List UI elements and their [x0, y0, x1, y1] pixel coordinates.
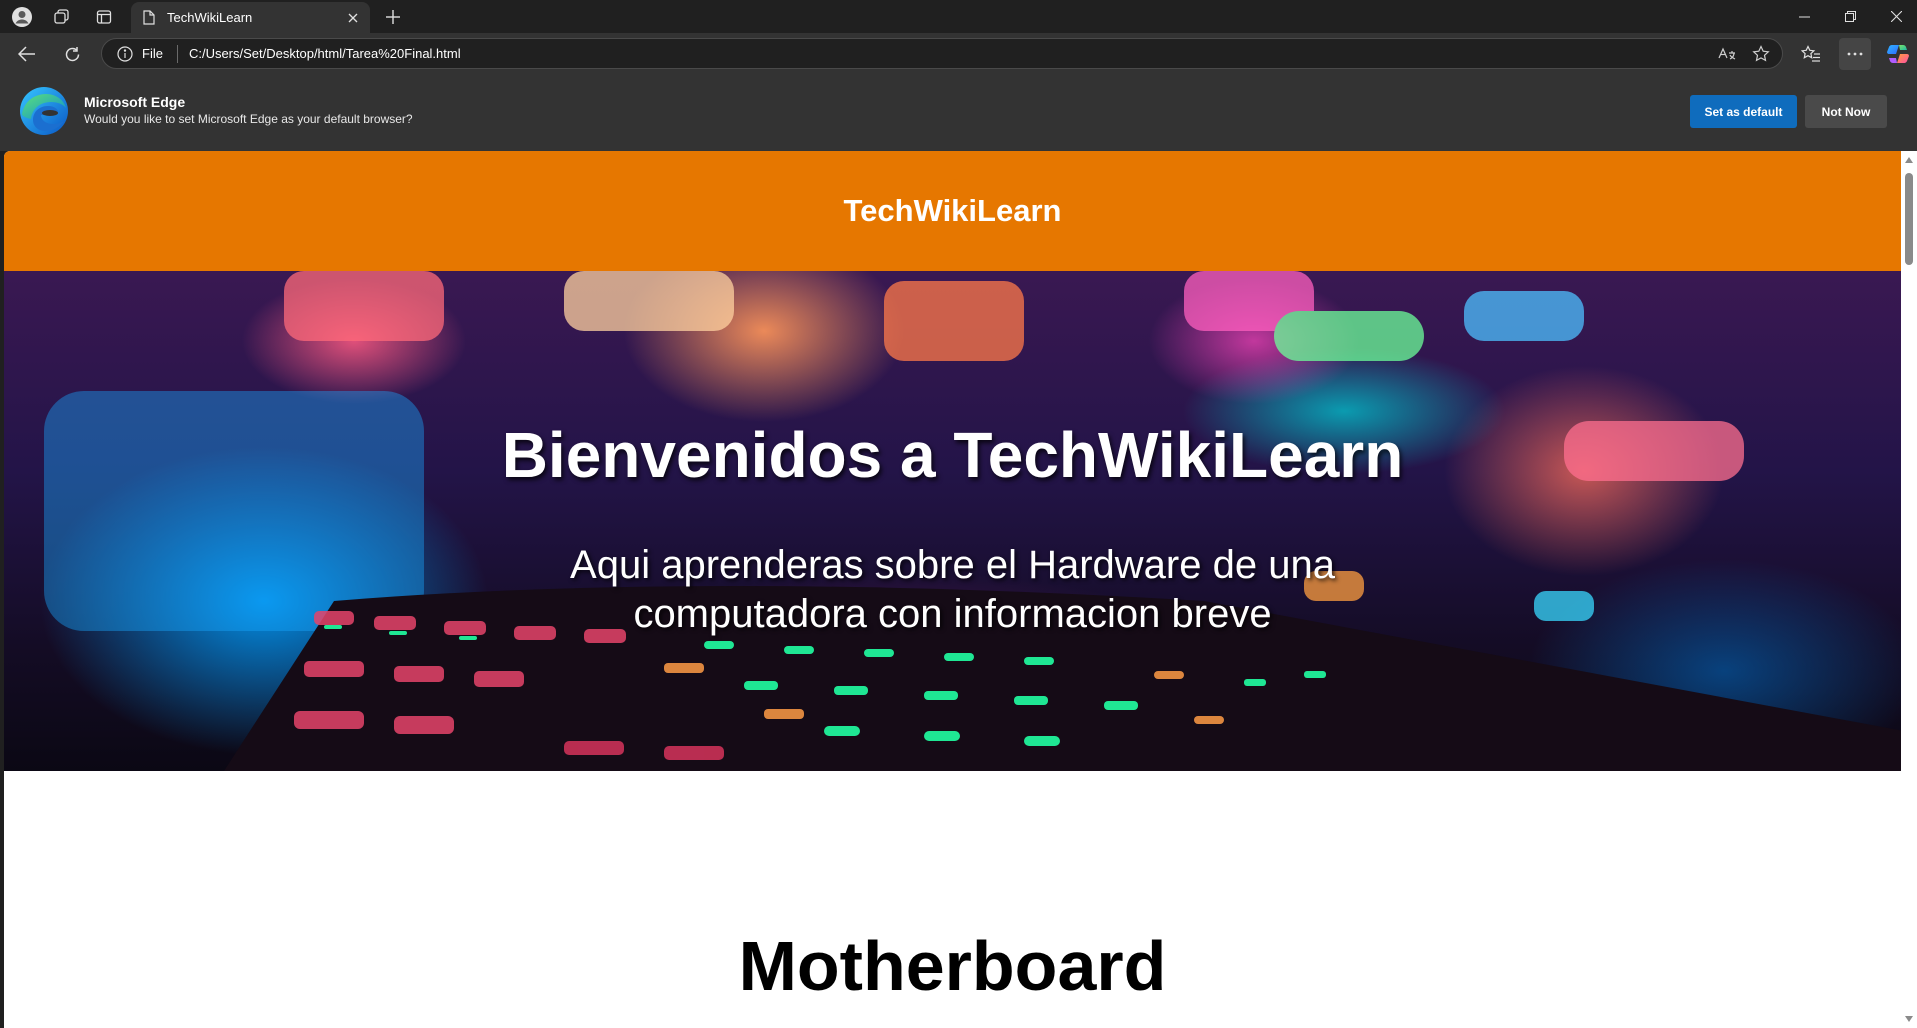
favorites-icon	[1801, 45, 1820, 62]
restore-icon	[1844, 11, 1856, 22]
hero-title: Bienvenidos a TechWikiLearn	[501, 419, 1404, 491]
hero-subtitle-line-2: computadora con informacion breve	[633, 592, 1272, 636]
section-title-motherboard: Motherboard	[738, 927, 1167, 1005]
plus-icon	[386, 10, 400, 24]
page-viewport: TechWikiLearn Bienvenidos a TechWikiLear…	[4, 151, 1901, 1028]
page-scrollbar[interactable]	[1901, 151, 1917, 1028]
scrollbar-thumb[interactable]	[1905, 173, 1913, 265]
star-icon[interactable]	[1748, 41, 1774, 67]
hero-banner: Bienvenidos a TechWikiLearn Aqui aprende…	[4, 271, 1901, 771]
minimize-icon	[1798, 16, 1810, 17]
hero-subtitle: Aqui aprenderas sobre el Hardware de una…	[4, 541, 1901, 639]
set-as-default-button[interactable]: Set as default	[1690, 95, 1797, 128]
address-bar[interactable]: File C:/Users/Set/Desktop/html/Tarea%20F…	[101, 38, 1783, 69]
close-window-button[interactable]	[1873, 0, 1917, 33]
close-icon	[1890, 11, 1902, 22]
tab-title: TechWikiLearn	[167, 10, 253, 25]
omnibox-divider	[176, 44, 178, 63]
copilot-button[interactable]	[1882, 38, 1914, 70]
url-scheme: File	[142, 46, 163, 61]
minimize-button[interactable]	[1781, 0, 1827, 33]
tab-strip: TechWikiLearn	[0, 0, 1917, 33]
browser-toolbar: File C:/Users/Set/Desktop/html/Tarea%20F…	[0, 33, 1917, 74]
page-icon	[141, 10, 157, 26]
url-text[interactable]: C:/Users/Set/Desktop/html/Tarea%20Final.…	[189, 46, 1714, 61]
workspaces-icon[interactable]	[48, 3, 76, 31]
site-title: TechWikiLearn	[843, 193, 1062, 228]
infobar-title: Microsoft Edge	[84, 94, 186, 110]
profile-icon[interactable]	[8, 3, 36, 31]
not-now-button[interactable]: Not Now	[1805, 95, 1887, 128]
read-aloud-icon[interactable]	[1714, 41, 1740, 67]
info-icon[interactable]	[116, 45, 134, 63]
copilot-icon	[1887, 45, 1909, 63]
scroll-up-arrow-icon[interactable]	[1905, 157, 1913, 163]
infobar-message: Would you like to set Microsoft Edge as …	[84, 112, 413, 126]
vertical-tabs-icon[interactable]	[90, 3, 118, 31]
close-tab-icon[interactable]	[342, 7, 364, 29]
hero-subtitle-line-1: Aqui aprenderas sobre el Hardware de una	[570, 543, 1335, 587]
back-button[interactable]	[11, 38, 43, 70]
restore-button[interactable]	[1827, 0, 1873, 33]
default-browser-infobar: Microsoft Edge Would you like to set Mic…	[0, 74, 1917, 151]
refresh-button[interactable]	[56, 38, 88, 70]
new-tab-button[interactable]	[379, 3, 407, 31]
more-button[interactable]	[1839, 38, 1871, 70]
refresh-icon	[65, 46, 79, 61]
tab-techwikilearn[interactable]: TechWikiLearn	[131, 2, 370, 33]
more-icon	[1847, 52, 1863, 56]
site-header: TechWikiLearn	[4, 151, 1901, 271]
scroll-down-arrow-icon[interactable]	[1905, 1016, 1913, 1022]
back-arrow-icon	[18, 46, 35, 62]
keyboard-background-image	[44, 271, 1901, 771]
favorites-button[interactable]	[1795, 38, 1827, 70]
edge-logo-icon	[20, 87, 68, 135]
